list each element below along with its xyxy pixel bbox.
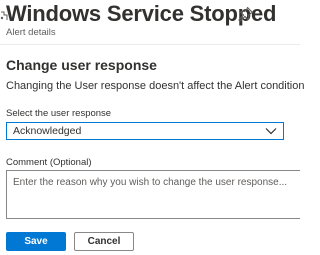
user-response-label: Select the user response [6, 108, 112, 119]
save-button[interactable]: Save [6, 232, 66, 251]
section-title: Change user response [6, 57, 157, 73]
cancel-button[interactable]: Cancel [74, 232, 134, 251]
page-title: Windows Service Stopped [6, 1, 277, 26]
user-response-selected-value: Acknowledged [13, 125, 82, 137]
page-subtitle: Alert details [6, 27, 56, 38]
pin-icon[interactable] [238, 6, 254, 22]
comment-textarea[interactable] [6, 170, 300, 219]
section-description: Changing the User response doesn't affec… [6, 80, 305, 92]
chevron-down-icon [265, 128, 277, 135]
header-divider [0, 44, 300, 45]
panel-header: Windows Service Stopped Alert details [0, 0, 300, 44]
comment-label: Comment (Optional) [6, 157, 92, 168]
user-response-dropdown[interactable]: Acknowledged [6, 122, 284, 140]
